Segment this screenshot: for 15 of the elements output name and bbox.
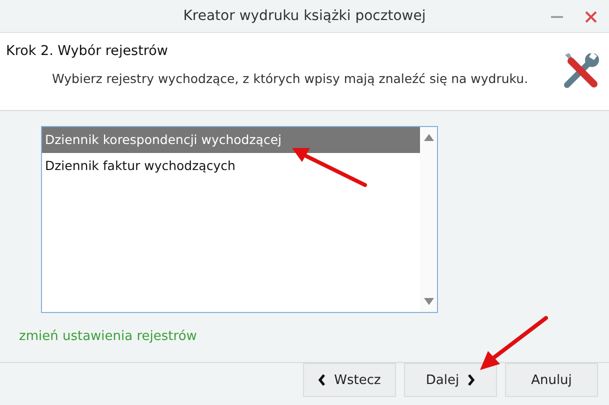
window-title: Kreator wydruku książki pocztowej [183, 8, 426, 24]
register-list[interactable]: Dziennik korespondencji wychodzącej Dziennik faktur wychodzących [41, 126, 438, 313]
cancel-button[interactable]: Anuluj [505, 363, 598, 397]
scroll-down-icon[interactable] [424, 298, 434, 305]
next-button[interactable]: Dalej [404, 363, 497, 397]
register-item[interactable]: Dziennik faktur wychodzących [42, 153, 420, 179]
chevron-icon [318, 374, 326, 386]
chevron-icon [467, 374, 476, 386]
scroll-up-icon[interactable] [424, 134, 434, 141]
register-item[interactable]: Dziennik korespondencji wychodzącej [42, 127, 420, 153]
step-description: Wybierz rejestry wychodzące, z których wpisy mają znaleźć się na wydruku. [52, 71, 528, 86]
close-icon[interactable] [585, 11, 597, 23]
back-button[interactable]: Wstecz [303, 363, 396, 397]
step-title: Krok 2. Wybór rejestrów [6, 43, 169, 59]
tools-icon [561, 51, 601, 91]
